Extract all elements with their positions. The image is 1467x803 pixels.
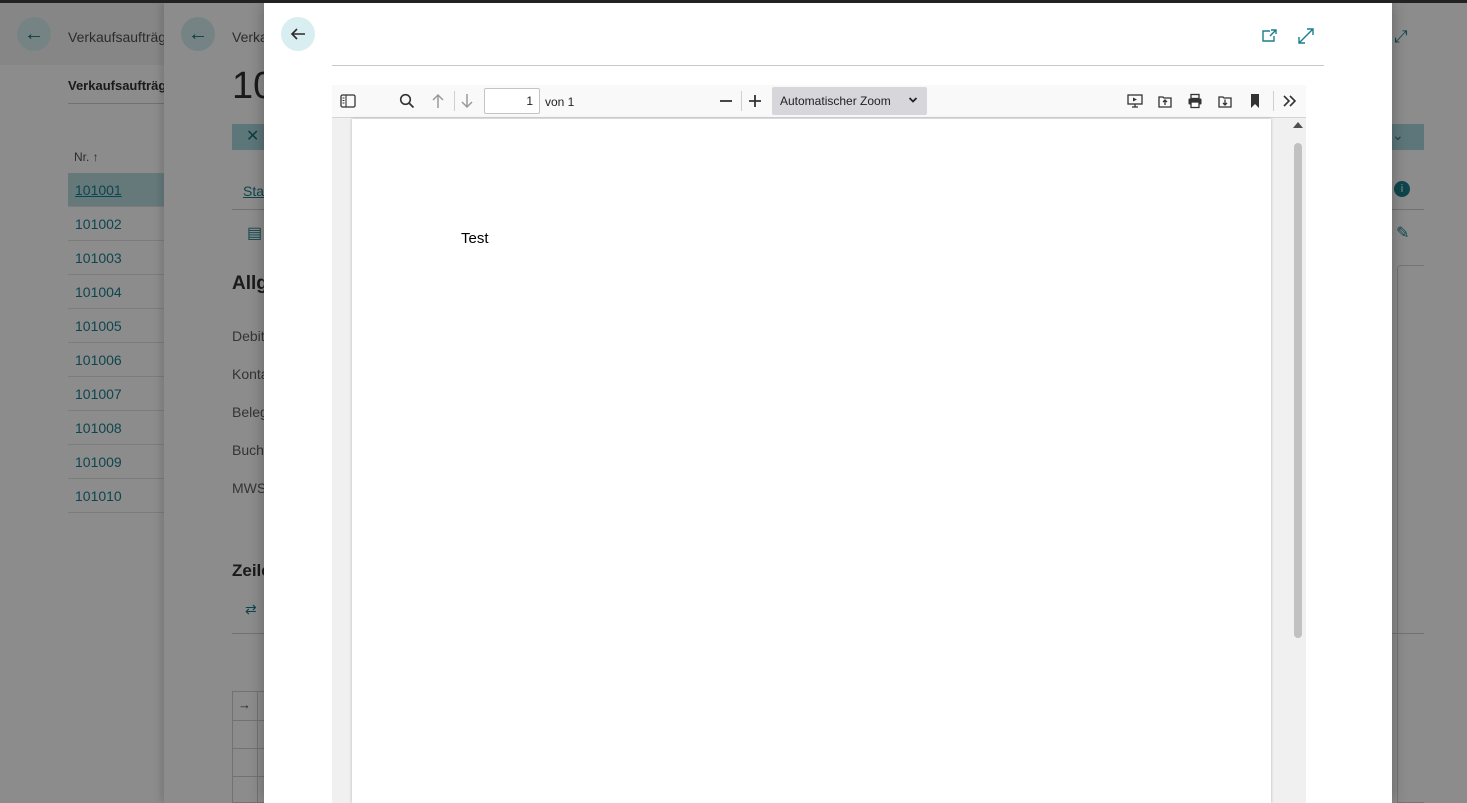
zoom-in-button[interactable] — [742, 89, 768, 113]
scrollbar-thumb[interactable] — [1294, 143, 1302, 638]
minus-icon — [720, 100, 732, 102]
presentation-icon — [1127, 94, 1143, 108]
zoom-out-button[interactable] — [713, 89, 739, 113]
arrow-left-icon — [290, 28, 305, 40]
arrow-up-icon — [432, 93, 444, 108]
page-number-input[interactable] — [484, 88, 540, 114]
expand-icon — [1298, 28, 1314, 44]
print-button[interactable] — [1182, 89, 1208, 113]
expand-button[interactable] — [1295, 25, 1317, 47]
chevron-down-icon — [908, 97, 918, 103]
pdf-page-text: Test — [461, 230, 489, 247]
pdf-toolbar: von 1 Automatischer Zoom — [332, 85, 1306, 118]
sidebar-toggle-button[interactable] — [335, 89, 361, 113]
pdf-preview-dialog: von 1 Automatischer Zoom — [264, 3, 1392, 803]
dialog-back-button[interactable] — [281, 17, 315, 51]
download-icon — [1218, 96, 1232, 108]
top-bar — [0, 0, 1467, 3]
arrow-down-icon — [461, 94, 473, 109]
scroll-up-arrow-icon[interactable] — [1293, 122, 1303, 128]
zoom-select[interactable]: Automatischer Zoom — [772, 87, 927, 115]
open-file-button[interactable] — [1152, 89, 1178, 113]
plus-icon — [749, 95, 761, 107]
print-icon — [1188, 93, 1202, 109]
presentation-mode-button[interactable] — [1122, 89, 1148, 113]
open-in-new-window-button[interactable] — [1258, 25, 1280, 47]
search-button[interactable] — [394, 89, 420, 113]
previous-page-button[interactable] — [425, 89, 451, 113]
double-chevron-right-icon — [1283, 95, 1297, 107]
bookmark-icon — [1251, 94, 1259, 108]
pdf-viewer: von 1 Automatischer Zoom — [332, 85, 1306, 803]
next-page-button[interactable] — [454, 89, 480, 113]
bookmark-button[interactable] — [1242, 89, 1268, 113]
pdf-page: Test — [352, 119, 1271, 803]
download-button[interactable] — [1212, 89, 1238, 113]
more-tools-button[interactable] — [1277, 89, 1303, 113]
search-icon — [399, 93, 415, 109]
open-in-new-window-icon — [1262, 29, 1277, 42]
dialog-divider — [332, 65, 1324, 66]
open-file-icon — [1158, 96, 1172, 108]
page-count-label: von 1 — [545, 95, 575, 109]
sidebar-toggle-icon — [340, 94, 356, 108]
zoom-select-value: Automatischer Zoom — [780, 94, 891, 108]
vertical-scrollbar[interactable] — [1289, 119, 1306, 803]
